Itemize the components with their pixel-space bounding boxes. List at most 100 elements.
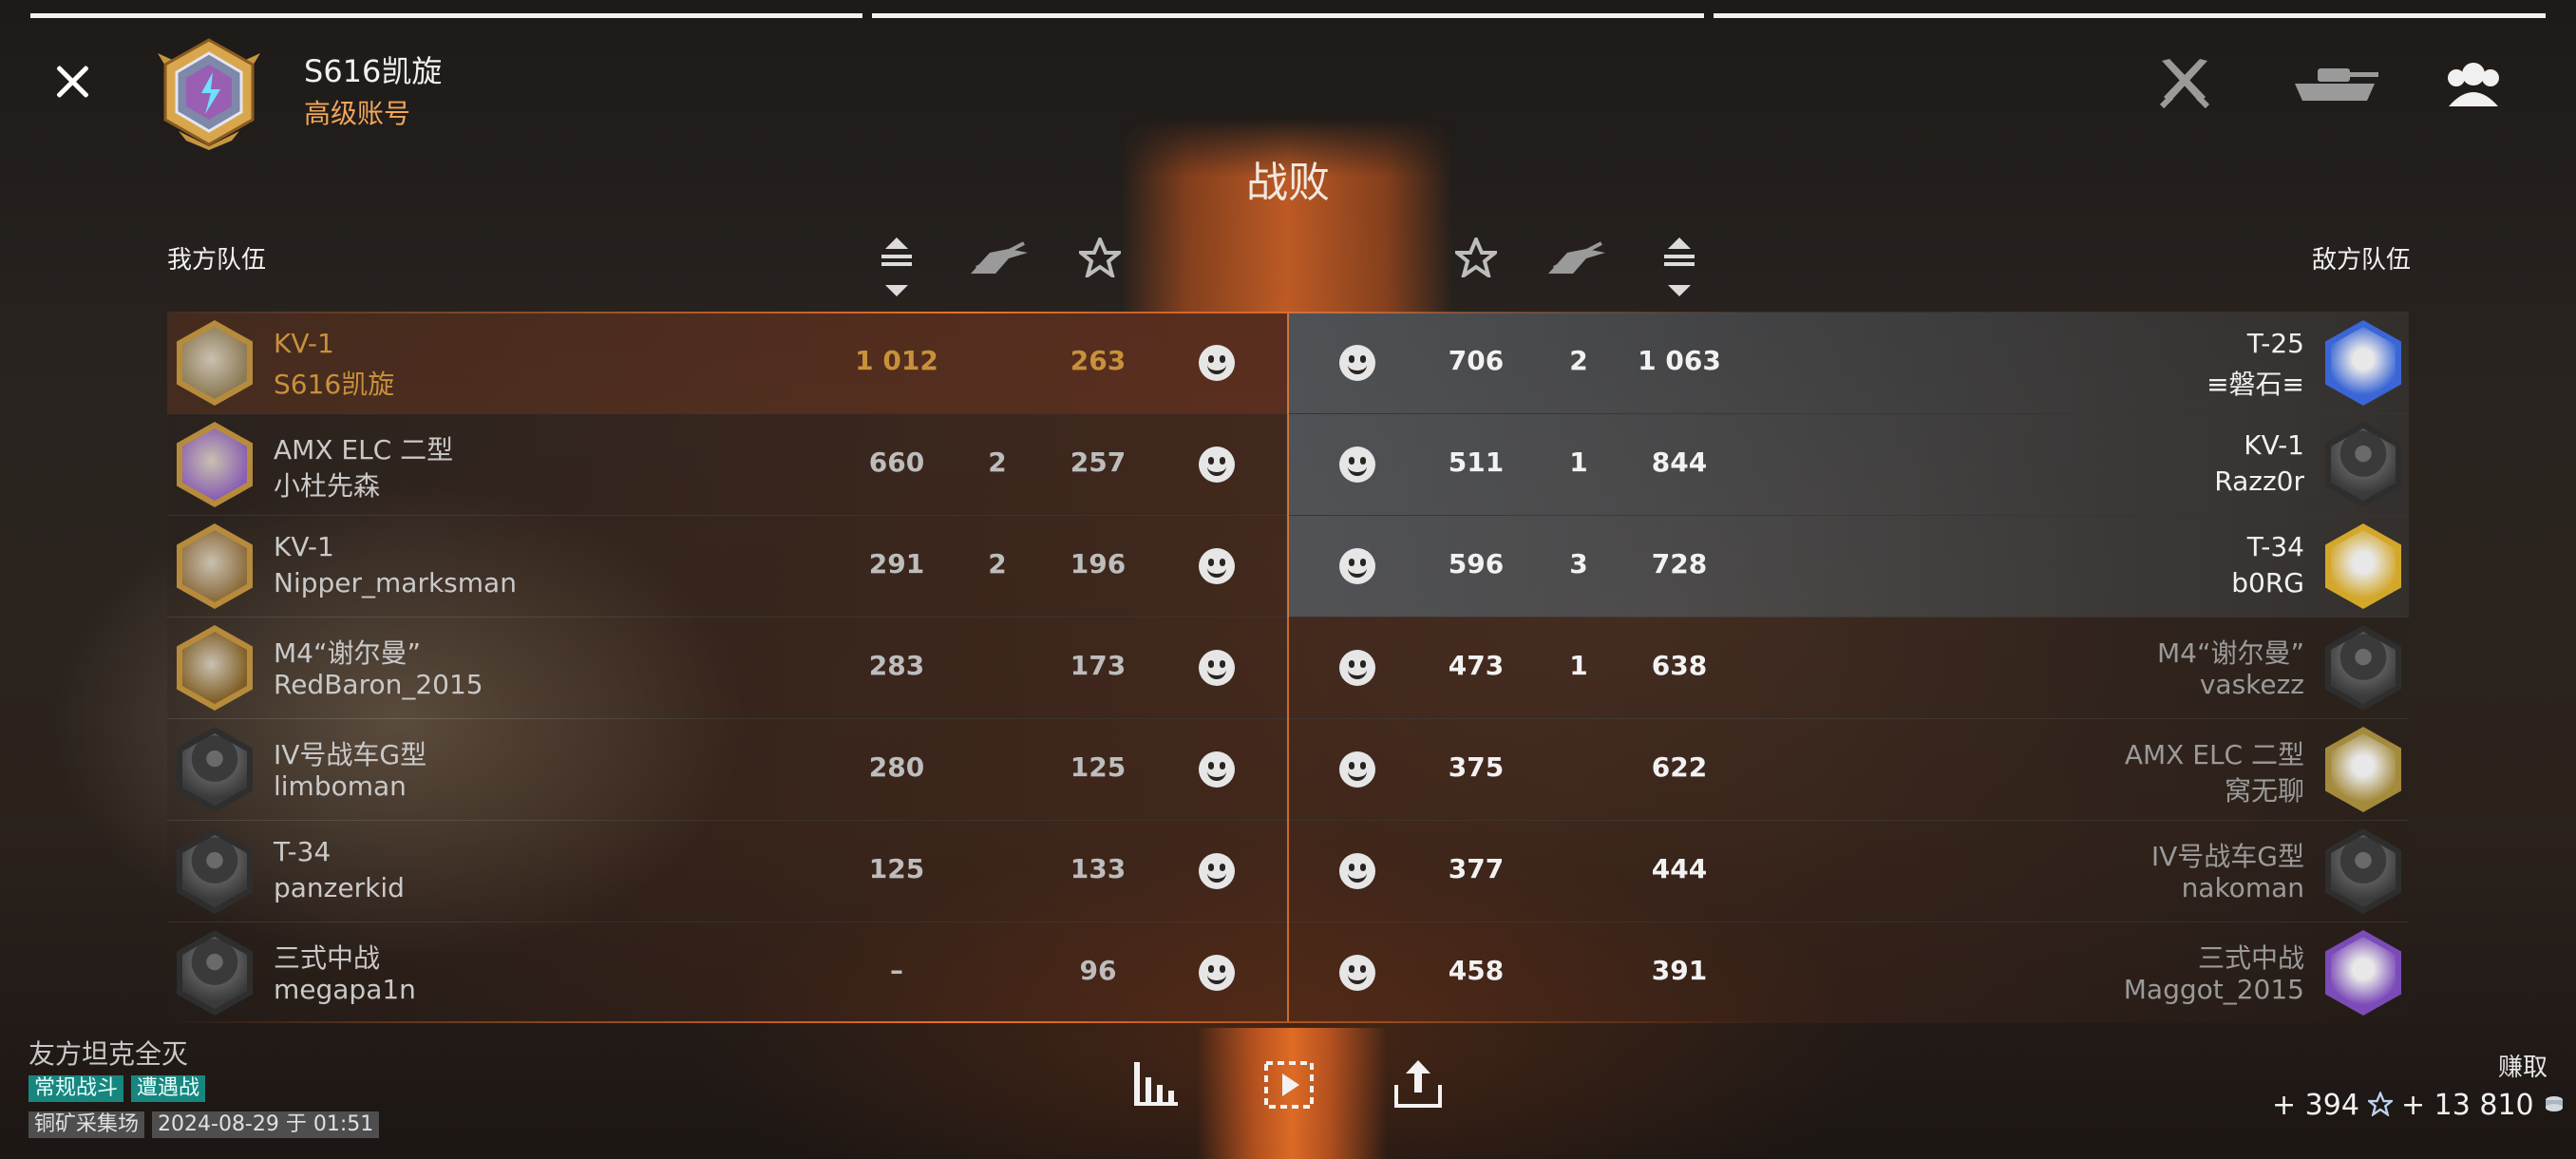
damage-value: 638 <box>1651 650 1708 681</box>
kills-value: 2 <box>1569 345 1588 376</box>
player-name[interactable]: 窝无聊 <box>2225 770 2304 808</box>
avatar-image <box>2331 733 2396 806</box>
score-value: 263 <box>1070 345 1127 376</box>
kills-value: 2 <box>988 446 1007 478</box>
avatar-image <box>182 937 247 1009</box>
stats-icon[interactable] <box>1132 1060 1180 1112</box>
player-name[interactable]: Maggot_2015 <box>2124 974 2304 1005</box>
player-name[interactable]: panzerkid <box>274 872 405 903</box>
team-icon[interactable] <box>2445 59 2502 116</box>
player-name[interactable]: RedBaron_2015 <box>274 669 483 700</box>
damage-value: 1 012 <box>855 345 938 376</box>
smiley-icon[interactable] <box>1339 955 1375 991</box>
kills-icon <box>967 239 1032 281</box>
xp-arrows-icon <box>1660 234 1698 304</box>
tank-name: IV号战车G型 <box>274 739 427 770</box>
player-name[interactable]: 小杜先森 <box>274 466 380 504</box>
avatar-image <box>2331 530 2396 602</box>
score-value: 377 <box>1448 853 1505 884</box>
player-name[interactable]: vaskezz <box>2200 669 2304 700</box>
smiley-icon[interactable] <box>1339 751 1375 788</box>
avatar-image <box>182 428 247 501</box>
player-name[interactable]: Razz0r <box>2214 466 2304 497</box>
star-icon <box>2366 1090 2396 1118</box>
avatar-image <box>2331 632 2396 704</box>
avatar-image <box>182 632 247 704</box>
rank-emblem-icon <box>150 34 268 152</box>
battle-tags: 常规战斗 遭遇战 <box>28 1075 213 1102</box>
avatar-image <box>2331 327 2396 399</box>
player-name[interactable]: S616凯旋 <box>274 364 394 402</box>
player-name[interactable]: b0RG <box>2231 567 2304 598</box>
smiley-icon[interactable] <box>1199 548 1235 584</box>
avatar-image <box>182 733 247 806</box>
player-name[interactable]: ≡磐石≡ <box>2207 364 2304 402</box>
kills-value: 1 <box>1569 650 1588 681</box>
xp-arrows-icon <box>878 234 916 304</box>
replay-icon[interactable] <box>1263 1060 1315 1113</box>
score-value: 133 <box>1070 853 1127 884</box>
xp-earned: + 394 <box>2272 1089 2396 1122</box>
tank-name: KV-1 <box>274 328 334 359</box>
damage-value: 844 <box>1651 446 1708 478</box>
smiley-icon[interactable] <box>1339 345 1375 381</box>
score-value: 706 <box>1448 345 1505 376</box>
damage-value: 728 <box>1651 548 1708 580</box>
tank-name: M4“谢尔曼” <box>2157 637 2304 669</box>
score-value: 473 <box>1448 650 1505 681</box>
smiley-icon[interactable] <box>1339 548 1375 584</box>
earned-label: 赚取 <box>2498 1054 2548 1082</box>
right-team-label: 敌方队伍 <box>2312 246 2412 275</box>
player-name[interactable]: Nipper_marksman <box>274 567 517 598</box>
result-reason: 友方坦克全灭 <box>28 1038 189 1070</box>
avatar-image <box>2331 835 2396 907</box>
kills-value: 3 <box>1569 548 1588 580</box>
mode-tag: 遭遇战 <box>131 1075 206 1102</box>
tank-name: T-34 <box>2246 531 2304 562</box>
smiley-icon[interactable] <box>1339 446 1375 483</box>
share-icon[interactable] <box>1392 1056 1444 1113</box>
kills-value: 1 <box>1569 446 1588 478</box>
tank-name: IV号战车G型 <box>2150 841 2304 872</box>
avatar-image <box>182 835 247 907</box>
player-name[interactable]: nakoman <box>2182 872 2304 903</box>
avatar-image <box>2331 428 2396 501</box>
smiley-icon[interactable] <box>1199 446 1235 483</box>
round-progress-3 <box>1714 13 2546 18</box>
crossed-swords-icon[interactable] <box>2156 55 2213 116</box>
smiley-icon[interactable] <box>1339 650 1375 686</box>
scoreboard-top-line <box>167 312 1763 314</box>
tank-name: 三式中战 <box>274 942 381 974</box>
smiley-icon[interactable] <box>1199 345 1235 381</box>
close-icon[interactable] <box>53 63 91 101</box>
smiley-icon[interactable] <box>1199 853 1235 889</box>
score-value: 125 <box>1070 751 1127 783</box>
smiley-icon[interactable] <box>1199 751 1235 788</box>
damage-value: 660 <box>868 446 925 478</box>
score-value: 458 <box>1448 955 1505 986</box>
score-value: 375 <box>1448 751 1505 783</box>
tank-name: AMX ELC 二型 <box>2124 739 2304 770</box>
smiley-icon[interactable] <box>1199 650 1235 686</box>
avatar-image <box>182 327 247 399</box>
tank-name: AMX ELC 二型 <box>274 434 454 466</box>
map-tag: 铜矿采集场 <box>28 1112 145 1138</box>
damage-value: – <box>890 955 903 986</box>
score-value: 511 <box>1448 446 1505 478</box>
player-name: S616凯旋 <box>304 53 443 89</box>
coins-icon <box>2546 1096 2564 1112</box>
player-name[interactable]: megapa1n <box>274 974 416 1005</box>
battle-result: 战败 <box>1246 159 1330 207</box>
player-name[interactable]: limboman <box>274 770 407 802</box>
smiley-icon[interactable] <box>1339 853 1375 889</box>
xp-value: + 394 <box>2272 1089 2359 1122</box>
battle-type-tag: 常规战斗 <box>28 1075 124 1102</box>
account-type: 高级账号 <box>304 98 411 129</box>
tank-name: M4“谢尔曼” <box>274 637 421 669</box>
team-divider <box>1287 314 1289 1021</box>
credits-value: + 13 810 <box>2401 1089 2534 1122</box>
tank-name: 三式中战 <box>2197 942 2304 974</box>
kills-icon <box>1544 239 1609 281</box>
tank-icon[interactable] <box>2289 63 2380 108</box>
smiley-icon[interactable] <box>1199 955 1235 991</box>
